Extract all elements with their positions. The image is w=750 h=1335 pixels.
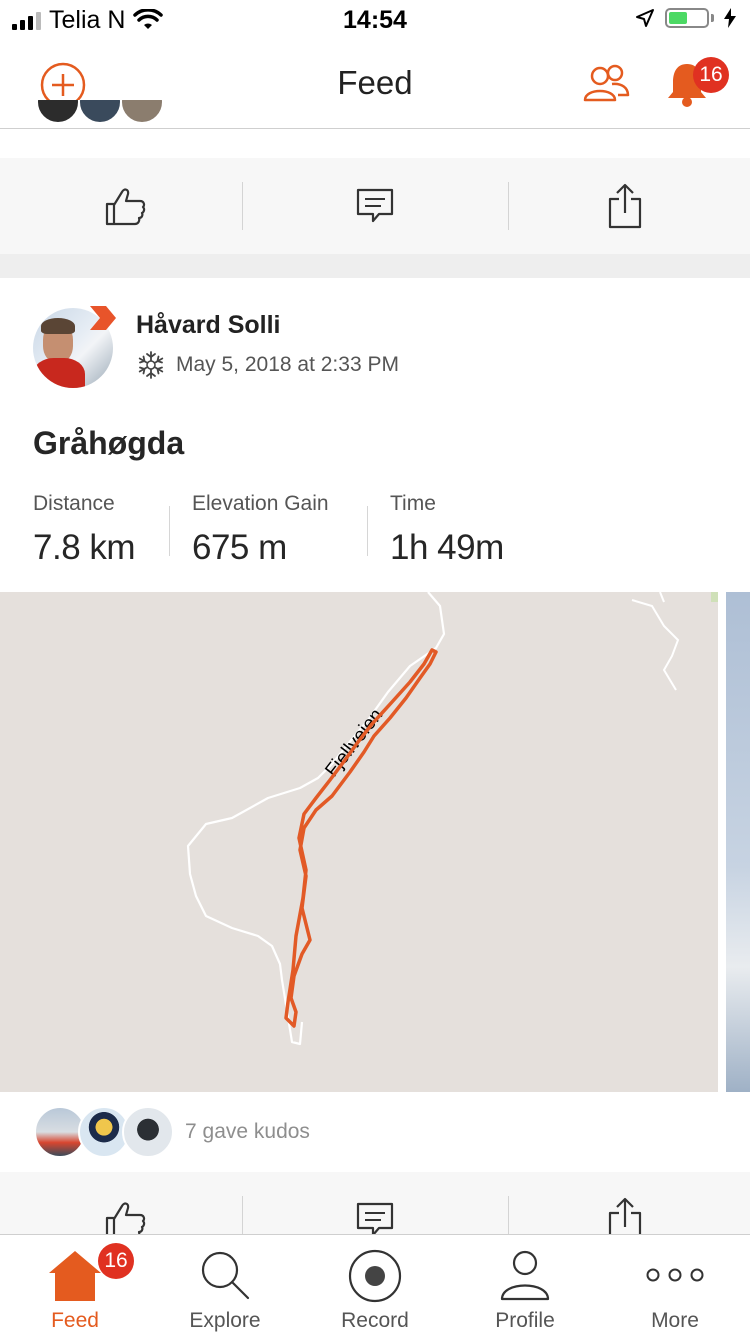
previous-post-action-bar [0, 158, 750, 255]
athletes-icon[interactable] [582, 64, 630, 104]
kudos-avatars[interactable] [34, 1106, 174, 1158]
tab-label: Explore [189, 1309, 261, 1332]
previous-kudos-avatars[interactable] [36, 100, 166, 142]
share-button[interactable] [500, 158, 750, 254]
avatar [120, 100, 164, 124]
avatar [122, 1106, 174, 1158]
tab-label: Record [341, 1309, 409, 1332]
record-icon [348, 1249, 402, 1303]
comment-icon [356, 188, 394, 223]
battery-cap [711, 14, 714, 22]
route-map[interactable]: Fjellveien [0, 592, 718, 1092]
divider [242, 182, 243, 230]
avatar [36, 100, 80, 124]
stat-elevation: Elevation Gain 675 m [192, 492, 329, 568]
avatar [78, 100, 122, 124]
feed-separator [0, 254, 750, 278]
stat-distance: Distance 7.8 km [33, 492, 136, 568]
notification-badge: 16 [693, 57, 729, 93]
map-canvas: Fjellveien [186, 592, 680, 1046]
tab-label: More [651, 1309, 699, 1332]
profile-icon [500, 1250, 550, 1301]
divider [367, 506, 368, 556]
page-title: Feed [337, 64, 413, 101]
kudos-count[interactable]: 7 gave kudos [185, 1120, 310, 1144]
road [631, 599, 680, 691]
thumbs-up-icon [105, 188, 146, 226]
status-right [635, 8, 736, 28]
battery-icon [665, 8, 709, 28]
tab-more[interactable]: More [600, 1235, 750, 1335]
athlete-name[interactable]: Håvard Solli [136, 311, 281, 340]
stat-label: Distance [33, 492, 115, 515]
search-icon [201, 1251, 250, 1300]
premium-badge-icon [90, 306, 116, 330]
tab-explore[interactable]: Explore [150, 1235, 300, 1335]
tab-label: Profile [495, 1309, 555, 1332]
stat-value: 675 m [192, 528, 287, 567]
map-edge [711, 592, 718, 602]
stat-value: 7.8 km [33, 528, 136, 567]
activity-title[interactable]: Gråhøgda [33, 425, 184, 462]
home-icon [49, 1251, 101, 1301]
charging-icon [724, 8, 736, 28]
stat-value: 1h 49m [390, 528, 504, 567]
location-arrow-icon [636, 9, 654, 27]
snowflake-icon [138, 351, 164, 379]
tab-label: Feed [51, 1309, 99, 1332]
more-icon [646, 1268, 704, 1282]
kudos-button[interactable] [0, 158, 250, 254]
status-bar: Telia N 14:54 [0, 0, 750, 40]
tab-record[interactable]: Record [300, 1235, 450, 1335]
comment-button[interactable] [250, 158, 500, 254]
activity-meta: May 5, 2018 at 2:33 PM [136, 350, 399, 380]
tab-bar: Feed 16 Explore Record Profile More [0, 1234, 750, 1335]
divider [169, 506, 170, 556]
stat-time: Time 1h 49m [390, 492, 504, 568]
activity-datetime: May 5, 2018 at 2:33 PM [176, 353, 399, 376]
share-icon [608, 183, 642, 229]
road [186, 592, 446, 1046]
route-line [284, 648, 438, 1028]
stat-label: Elevation Gain [192, 492, 329, 515]
road [659, 592, 665, 603]
tab-profile[interactable]: Profile [450, 1235, 600, 1335]
stat-label: Time [390, 492, 436, 515]
tab-feed[interactable]: Feed 16 [0, 1235, 150, 1335]
notification-badge: 16 [98, 1243, 134, 1279]
next-map-preview[interactable] [726, 592, 750, 1092]
